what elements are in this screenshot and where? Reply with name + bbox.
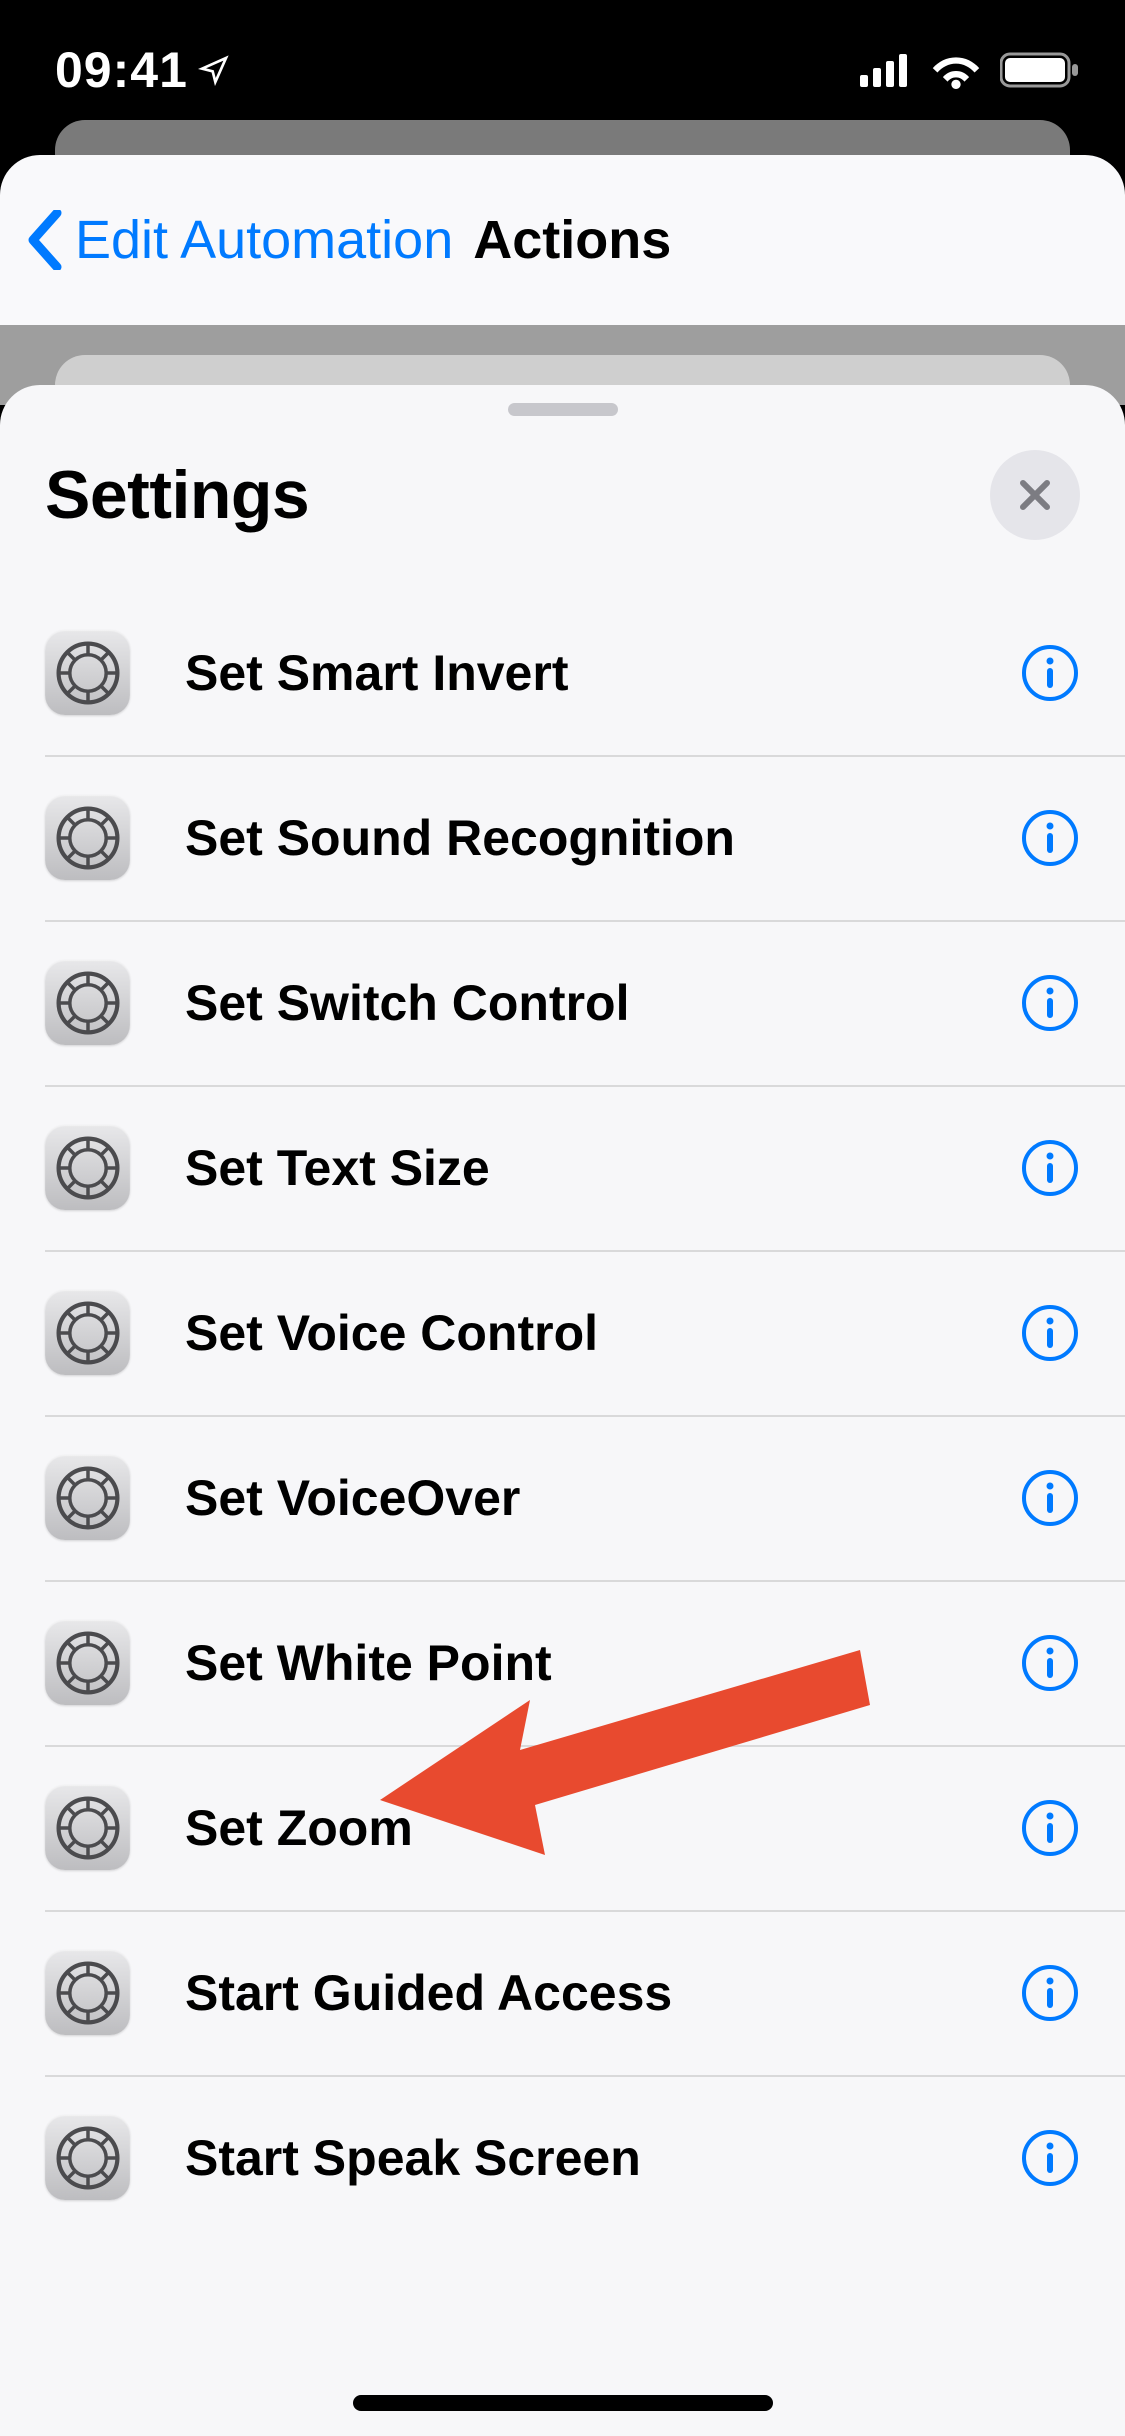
action-row[interactable]: Set Smart Invert xyxy=(0,590,1125,755)
info-button[interactable] xyxy=(1020,1138,1080,1198)
cellular-icon xyxy=(860,53,912,87)
action-row[interactable]: Set White Point xyxy=(0,1580,1125,1745)
home-indicator[interactable] xyxy=(353,2395,773,2411)
settings-app-icon xyxy=(45,795,130,880)
action-row[interactable]: Set Switch Control xyxy=(0,920,1125,1085)
info-button[interactable] xyxy=(1020,1633,1080,1693)
action-row[interactable]: Set Voice Control xyxy=(0,1250,1125,1415)
battery-icon xyxy=(1000,51,1080,89)
action-list: Set Smart Invert Set Sound Recognition Set… xyxy=(0,590,1125,2240)
settings-app-icon xyxy=(45,1785,130,1870)
chevron-back-icon xyxy=(25,210,65,270)
navigation-bar: Edit Automation Actions xyxy=(0,155,1125,325)
settings-app-icon xyxy=(45,1290,130,1375)
info-button[interactable] xyxy=(1020,2128,1080,2188)
status-right xyxy=(860,51,1080,89)
action-label: Set Zoom xyxy=(185,1799,1020,1857)
info-button[interactable] xyxy=(1020,973,1080,1033)
action-label: Start Guided Access xyxy=(185,1964,1020,2022)
action-row[interactable]: Start Speak Screen xyxy=(0,2075,1125,2240)
status-bar: 09:41 xyxy=(0,0,1125,140)
settings-app-icon xyxy=(45,2115,130,2200)
info-button[interactable] xyxy=(1020,1468,1080,1528)
action-row[interactable]: Set VoiceOver xyxy=(0,1415,1125,1580)
action-row[interactable]: Start Guided Access xyxy=(0,1910,1125,2075)
close-icon xyxy=(1015,475,1055,515)
action-label: Set Voice Control xyxy=(185,1304,1020,1362)
action-row[interactable]: Set Text Size xyxy=(0,1085,1125,1250)
info-button[interactable] xyxy=(1020,808,1080,868)
info-button[interactable] xyxy=(1020,643,1080,703)
page-title: Actions xyxy=(473,209,671,271)
close-button[interactable] xyxy=(990,450,1080,540)
back-label: Edit Automation xyxy=(75,209,453,271)
info-button[interactable] xyxy=(1020,1303,1080,1363)
status-time-group: 09:41 xyxy=(55,41,230,99)
settings-app-icon xyxy=(45,1950,130,2035)
back-button[interactable]: Edit Automation xyxy=(25,209,453,271)
settings-app-icon xyxy=(45,960,130,1045)
action-label: Set Text Size xyxy=(185,1139,1020,1197)
settings-app-icon xyxy=(45,630,130,715)
action-row[interactable]: Set Sound Recognition xyxy=(0,755,1125,920)
sheet-grabber[interactable] xyxy=(508,403,618,416)
settings-app-icon xyxy=(45,1125,130,1210)
action-label: Set VoiceOver xyxy=(185,1469,1020,1527)
action-label: Set Smart Invert xyxy=(185,644,1020,702)
action-label: Set White Point xyxy=(185,1634,1020,1692)
info-button[interactable] xyxy=(1020,1798,1080,1858)
action-label: Set Switch Control xyxy=(185,974,1020,1032)
status-time: 09:41 xyxy=(55,41,188,99)
action-label: Set Sound Recognition xyxy=(185,809,1020,867)
location-icon xyxy=(198,54,230,86)
wifi-icon xyxy=(930,51,982,89)
actions-sheet: Settings Set Smart Invert Set Sound Recog… xyxy=(0,385,1125,2436)
settings-app-icon xyxy=(45,1620,130,1705)
action-row[interactable]: Set Zoom xyxy=(0,1745,1125,1910)
info-button[interactable] xyxy=(1020,1963,1080,2023)
action-label: Start Speak Screen xyxy=(185,2129,1020,2187)
sheet-title: Settings xyxy=(45,456,309,534)
settings-app-icon xyxy=(45,1455,130,1540)
